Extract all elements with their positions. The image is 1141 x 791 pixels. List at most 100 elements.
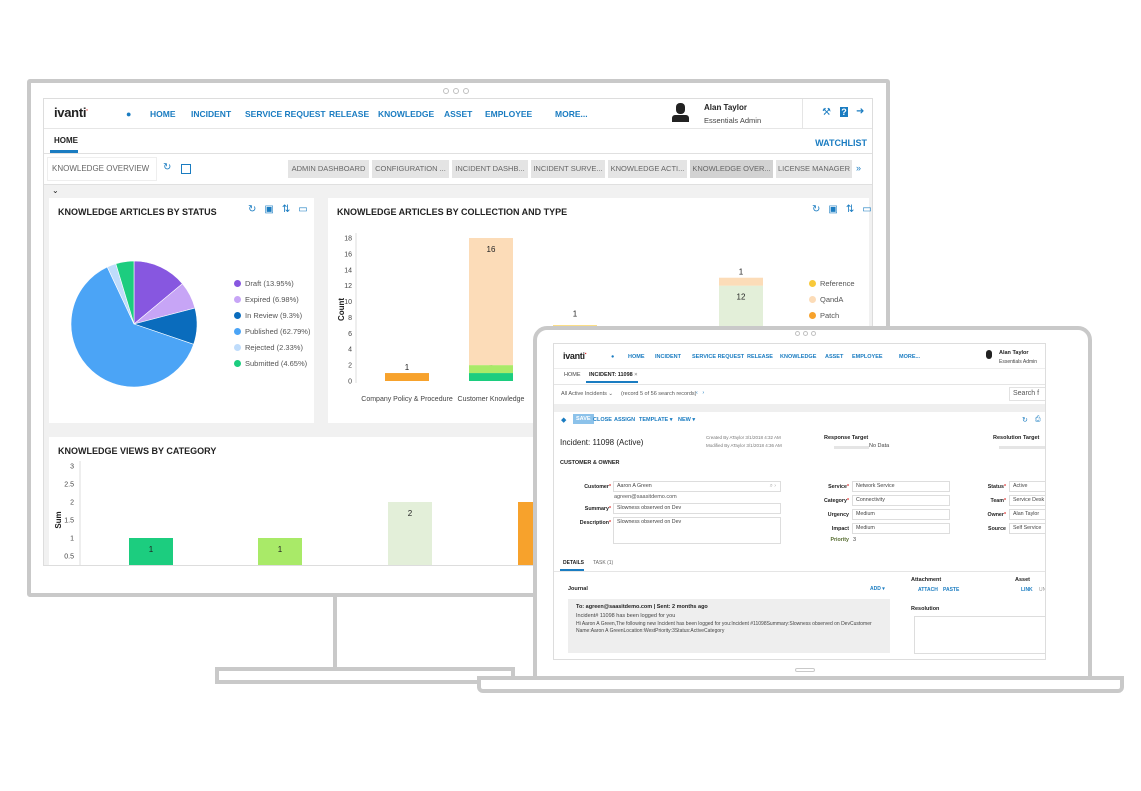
legend-item[interactable]: Reference xyxy=(809,279,855,288)
close-tab-icon: × xyxy=(634,372,638,378)
legend-item[interactable]: Patch xyxy=(809,311,839,320)
monitor-base xyxy=(215,667,515,684)
y-tick-label: 8 xyxy=(348,315,352,322)
y-tick-label: 0.5 xyxy=(64,554,74,561)
nav-incident[interactable]: INCIDENT xyxy=(655,354,681,360)
link-button[interactable]: LINK xyxy=(1021,587,1033,593)
summary-label: Summary* xyxy=(584,506,611,512)
nav-asset[interactable]: ASSET xyxy=(825,354,843,360)
section-customer-owner: CUSTOMER & OWNER xyxy=(560,460,620,466)
team-select[interactable]: Service Desk xyxy=(1009,495,1045,506)
status-label: Status* xyxy=(987,484,1006,490)
y-tick-label: 4 xyxy=(348,347,352,354)
journal-entry[interactable]: To: agreen@saasitdemo.com | Sent: 2 mont… xyxy=(568,599,890,653)
legend-item[interactable]: Rejected (2.33%) xyxy=(234,343,303,352)
legend-item[interactable]: In Review (9.3%) xyxy=(234,311,302,320)
y-tick-label: 2.5 xyxy=(64,482,74,489)
created-by: Created By ATaylor 3/1/2018 4:32 AM xyxy=(706,435,781,440)
pin-icon[interactable]: ◆ xyxy=(561,416,566,424)
nav-knowledge[interactable]: KNOWLEDGE xyxy=(780,354,816,360)
legend-item[interactable]: Expired (6.98%) xyxy=(234,295,299,304)
user-role: Essentials Admin xyxy=(999,359,1038,365)
nav-service-request[interactable]: SERVICE REQUEST xyxy=(692,354,744,360)
tab-details[interactable]: DETAILS xyxy=(563,560,584,566)
journal-add-button[interactable]: ADD ▾ xyxy=(870,586,885,592)
list-select[interactable]: All Active Incidents ⌄ xyxy=(561,391,613,397)
record-count: (record 5 of 56 search records) xyxy=(621,391,697,397)
new-menu[interactable]: NEW ▾ xyxy=(678,417,695,423)
refresh-icon[interactable]: ↻ xyxy=(1022,416,1028,424)
nav-more[interactable]: MORE... xyxy=(899,354,920,360)
nav-release[interactable]: RELEASE xyxy=(747,354,773,360)
nav-home[interactable]: HOME xyxy=(628,354,645,360)
y-tick-label: 14 xyxy=(344,267,352,274)
y-tick-label: 0 xyxy=(348,379,352,386)
summary-field[interactable]: Slowness observed on Dev xyxy=(613,503,781,514)
category-select[interactable]: Connectivity xyxy=(852,495,950,506)
response-target-label: Response Target xyxy=(824,435,869,441)
data-label: 1 xyxy=(278,545,283,554)
avatar-icon[interactable] xyxy=(986,350,992,359)
status-select[interactable]: Active xyxy=(1009,481,1045,492)
print-icon[interactable]: ⎙ xyxy=(1035,416,1041,424)
service-select[interactable]: Network Service xyxy=(852,481,950,492)
gear-icon[interactable]: ● xyxy=(611,354,614,360)
incident-title: Incident: 11098 (Active) xyxy=(560,438,644,447)
urgency-select[interactable]: Medium xyxy=(852,509,950,520)
y-tick-label: 2 xyxy=(70,500,74,507)
tab-incident[interactable]: INCIDENT: 11098 × xyxy=(589,372,637,378)
camera-dot xyxy=(795,331,800,336)
attach-button[interactable]: ATTACH xyxy=(918,587,938,593)
legend-item[interactable]: Draft (13.95%) xyxy=(234,279,294,288)
data-label: 16 xyxy=(487,245,496,254)
laptop-base xyxy=(477,676,1124,693)
customer-email: agreen@saasitdemo.com xyxy=(614,494,677,500)
source-select[interactable]: Self Service xyxy=(1009,523,1045,534)
bar-segment[interactable] xyxy=(719,277,763,286)
resolution-field[interactable] xyxy=(914,616,1045,654)
tab-home[interactable]: HOME xyxy=(564,372,581,378)
legend-item[interactable]: Published (62.79%) xyxy=(234,327,310,336)
y-tick-label: 1 xyxy=(70,536,74,543)
impact-select[interactable]: Medium xyxy=(852,523,950,534)
data-label: 1 xyxy=(739,268,744,277)
x-tick-label: Customer Knowledge xyxy=(458,396,525,403)
paste-button[interactable]: PASTE xyxy=(943,587,959,593)
tab-task[interactable]: TASK (1) xyxy=(593,560,613,566)
ivanti-logo[interactable]: ivanti▪ xyxy=(563,351,587,361)
bar-segment[interactable] xyxy=(385,373,429,381)
search-input[interactable]: Search f xyxy=(1009,387,1045,401)
close-button[interactable]: CLOSE xyxy=(593,417,612,423)
legend-item[interactable]: QandA xyxy=(809,295,843,304)
y-tick-label: 1.5 xyxy=(64,518,74,525)
description-field[interactable]: Slowness observed on Dev xyxy=(613,517,781,544)
camera-dot xyxy=(463,88,469,94)
owner-select[interactable]: Alan Taylor xyxy=(1009,509,1045,520)
camera-dot xyxy=(803,331,808,336)
data-label: 12 xyxy=(737,293,746,302)
legend-item[interactable]: Submitted (4.65%) xyxy=(234,359,307,368)
unlink-button[interactable]: UN xyxy=(1039,587,1045,593)
y-tick-label: 18 xyxy=(344,236,352,243)
owner-label: Owner* xyxy=(987,512,1006,518)
save-button[interactable]: SAVE xyxy=(573,414,594,424)
bar-segment[interactable] xyxy=(469,373,513,381)
resolution-target-label: Resolution Target xyxy=(993,435,1040,441)
customer-label: Customer* xyxy=(584,484,611,490)
priority-label: Priority xyxy=(830,537,849,543)
monitor-stand xyxy=(333,597,337,669)
template-menu[interactable]: TEMPLATE ▾ xyxy=(639,417,673,423)
prev-next-arrows[interactable]: ‹ › xyxy=(696,390,704,396)
y-tick-label: 3 xyxy=(70,464,74,471)
bar-segment[interactable] xyxy=(469,365,513,374)
nav-employee[interactable]: EMPLOYEE xyxy=(852,354,883,360)
data-label: 1 xyxy=(405,363,410,372)
urgency-label: Urgency xyxy=(827,512,849,518)
x-tick-label: Company Policy & Procedure xyxy=(361,396,453,403)
y-axis-label: Sum xyxy=(54,511,63,528)
bar-segment[interactable] xyxy=(469,238,513,366)
assign-button[interactable]: ASSIGN xyxy=(614,417,635,423)
y-tick-label: 16 xyxy=(344,251,352,258)
customer-field[interactable]: Aaron A Green ⌕ › xyxy=(613,481,781,492)
source-label: Source xyxy=(988,526,1006,532)
